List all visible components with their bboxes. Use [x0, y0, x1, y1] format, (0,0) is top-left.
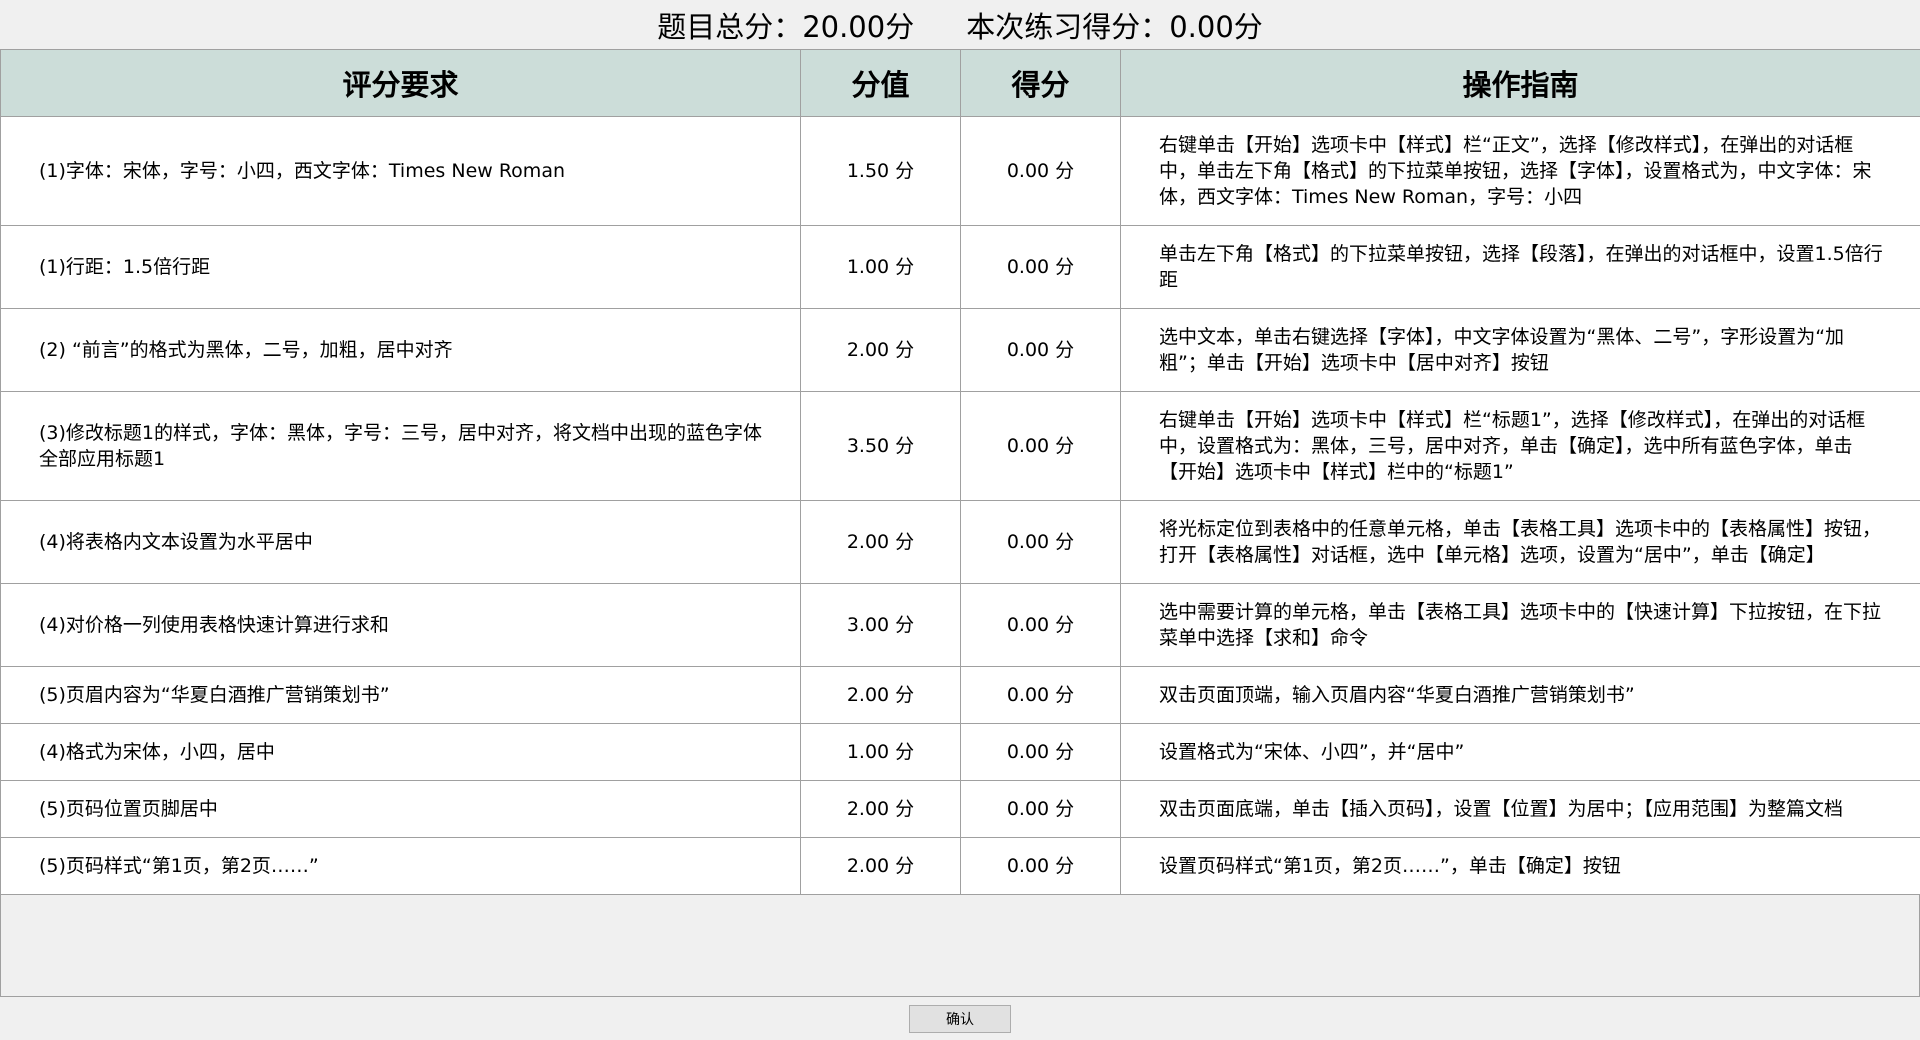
score-cell: 0.00 分 [960, 308, 1121, 392]
guide-cell: 设置页码样式“第1页，第2页……”，单击【确定】按钮 [1120, 837, 1920, 895]
table-row[interactable]: (2) “前言”的格式为黑体，二号，加粗，居中对齐 2.00 分 0.00 分 … [0, 308, 1920, 392]
requirement-cell: (1)行距：1.5倍行距 [0, 225, 801, 309]
table-row[interactable]: (4)格式为宋体，小四，居中 1.00 分 0.00 分 设置格式为“宋体、小四… [0, 723, 1920, 781]
scoring-table: 评分要求 分值 得分 操作指南 (1)字体：宋体，字号：小四，西文字体：Time… [0, 49, 1920, 895]
column-header-requirement: 评分要求 [0, 49, 801, 117]
requirement-cell: (2) “前言”的格式为黑体，二号，加粗，居中对齐 [0, 308, 801, 392]
guide-cell: 双击页面顶端，输入页眉内容“华夏白酒推广营销策划书” [1120, 666, 1920, 724]
value-cell: 1.00 分 [800, 723, 961, 781]
guide-cell: 右键单击【开始】选项卡中【样式】栏“标题1”，选择【修改样式】，在弹出的对话框中… [1120, 391, 1920, 501]
value-cell: 2.00 分 [800, 780, 961, 838]
score-cell: 0.00 分 [960, 583, 1121, 667]
score-cell: 0.00 分 [960, 391, 1121, 501]
table-header-row: 评分要求 分值 得分 操作指南 [0, 49, 1920, 117]
requirement-cell: (5)页码样式“第1页，第2页……” [0, 837, 801, 895]
requirement-cell: (5)页眉内容为“华夏白酒推广营销策划书” [0, 666, 801, 724]
table-row[interactable]: (1)行距：1.5倍行距 1.00 分 0.00 分 单击左下角【格式】的下拉菜… [0, 225, 1920, 309]
guide-cell: 设置格式为“宋体、小四”，并“居中” [1120, 723, 1920, 781]
table-row[interactable]: (5)页眉内容为“华夏白酒推广营销策划书” 2.00 分 0.00 分 双击页面… [0, 666, 1920, 724]
guide-cell: 将光标定位到表格中的任意单元格，单击【表格工具】选项卡中的【表格属性】按钮，打开… [1120, 500, 1920, 584]
score-summary: 题目总分：20.00分 本次练习得分：0.00分 [0, 0, 1920, 49]
column-header-guide: 操作指南 [1120, 49, 1920, 117]
practice-score-label: 本次练习得分：0.00分 [966, 9, 1263, 44]
score-cell: 0.00 分 [960, 723, 1121, 781]
score-cell: 0.00 分 [960, 225, 1121, 309]
guide-cell: 选中文本，单击右键选择【字体】，中文字体设置为“黑体、二号”，字形设置为“加粗”… [1120, 308, 1920, 392]
table-row[interactable]: (3)修改标题1的样式，字体：黑体，字号：三号，居中对齐，将文档中出现的蓝色字体… [0, 391, 1920, 501]
value-cell: 1.00 分 [800, 225, 961, 309]
guide-cell: 选中需要计算的单元格，单击【表格工具】选项卡中的【快速计算】下拉按钮，在下拉菜单… [1120, 583, 1920, 667]
guide-cell: 双击页面底端，单击【插入页码】，设置【位置】为居中；【应用范围】为整篇文档 [1120, 780, 1920, 838]
confirm-button[interactable]: 确认 [909, 1004, 1011, 1033]
value-cell: 2.00 分 [800, 308, 961, 392]
value-cell: 3.00 分 [800, 583, 961, 667]
guide-cell: 单击左下角【格式】的下拉菜单按钮，选择【段落】，在弹出的对话框中，设置1.5倍行… [1120, 225, 1920, 309]
score-cell: 0.00 分 [960, 780, 1121, 838]
score-cell: 0.00 分 [960, 500, 1121, 584]
requirement-cell: (5)页码位置页脚居中 [0, 780, 801, 838]
table-row[interactable]: (5)页码位置页脚居中 2.00 分 0.00 分 双击页面底端，单击【插入页码… [0, 780, 1920, 838]
requirement-cell: (4)对价格一列使用表格快速计算进行求和 [0, 583, 801, 667]
total-score-label: 题目总分：20.00分 [657, 9, 915, 44]
guide-cell: 右键单击【开始】选项卡中【样式】栏“正文”，选择【修改样式】，在弹出的对话框中，… [1120, 116, 1920, 226]
value-cell: 2.00 分 [800, 500, 961, 584]
table-row[interactable]: (5)页码样式“第1页，第2页……” 2.00 分 0.00 分 设置页码样式“… [0, 837, 1920, 895]
column-header-score: 得分 [960, 49, 1121, 117]
value-cell: 3.50 分 [800, 391, 961, 501]
score-cell: 0.00 分 [960, 116, 1121, 226]
table-row[interactable]: (4)将表格内文本设置为水平居中 2.00 分 0.00 分 将光标定位到表格中… [0, 500, 1920, 584]
value-cell: 2.00 分 [800, 666, 961, 724]
score-cell: 0.00 分 [960, 666, 1121, 724]
score-cell: 0.00 分 [960, 837, 1121, 895]
requirement-cell: (1)字体：宋体，字号：小四，西文字体：Times New Roman [0, 116, 801, 226]
dialog-footer: 确认 [0, 997, 1920, 1040]
table-row[interactable]: (1)字体：宋体，字号：小四，西文字体：Times New Roman 1.50… [0, 116, 1920, 226]
requirement-cell: (4)将表格内文本设置为水平居中 [0, 500, 801, 584]
scoring-grid[interactable]: 评分要求 分值 得分 操作指南 (1)字体：宋体，字号：小四，西文字体：Time… [0, 49, 1920, 997]
value-cell: 1.50 分 [800, 116, 961, 226]
table-row[interactable]: (4)对价格一列使用表格快速计算进行求和 3.00 分 0.00 分 选中需要计… [0, 583, 1920, 667]
requirement-cell: (4)格式为宋体，小四，居中 [0, 723, 801, 781]
value-cell: 2.00 分 [800, 837, 961, 895]
column-header-value: 分值 [800, 49, 961, 117]
requirement-cell: (3)修改标题1的样式，字体：黑体，字号：三号，居中对齐，将文档中出现的蓝色字体… [0, 391, 801, 501]
